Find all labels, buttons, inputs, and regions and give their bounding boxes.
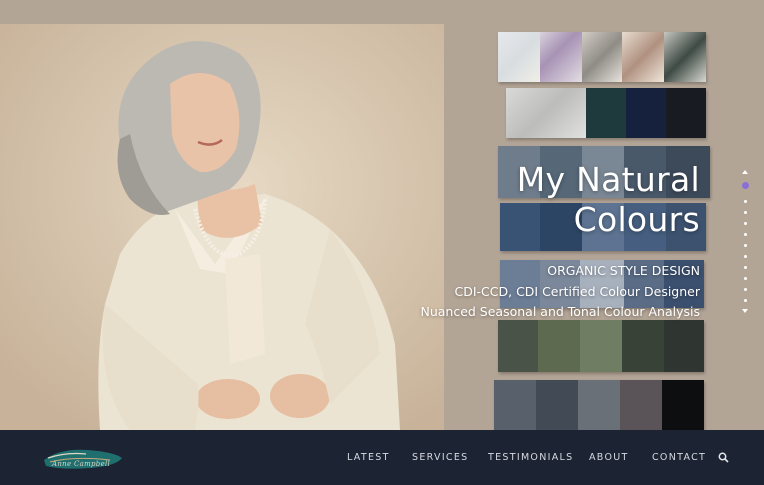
slide-dot[interactable] [744,200,747,203]
slide-dot[interactable] [744,266,747,269]
slide-dot[interactable] [744,299,747,302]
slide-dot-active[interactable] [742,182,749,189]
nav-latest-link[interactable]: LATEST [347,452,390,463]
slide-dot-navigation [741,170,751,316]
slide-dot[interactable] [744,222,747,225]
hero-subtitle-3: Nuanced Seasonal and Tonal Colour Analys… [420,304,700,319]
logo-signature-text: Anne Campbell [52,460,111,468]
slide-dot[interactable] [744,244,747,247]
hero-photo [0,24,444,430]
nav-contact-link[interactable]: CONTACT [652,452,706,463]
swatch-row [494,380,704,430]
swatch-row [506,88,706,138]
swatch-row [498,32,706,82]
search-icon[interactable] [718,452,729,463]
hero-subtitle-2: CDI-CCD, CDI Certified Colour Designer [454,284,700,299]
nav-about-link[interactable]: ABOUT [589,452,629,463]
hero-section: My Natural Colours ORGANIC STYLE DESIGN … [0,0,764,430]
woman-portrait-image [0,24,444,430]
hero-title: My Natural Colours [517,160,700,240]
nav-testimonials-link[interactable]: TESTIMONIALS [488,452,573,463]
hero-subtitle-1: ORGANIC STYLE DESIGN [547,263,700,278]
hero-title-line1: My Natural [516,160,700,199]
scroll-up-arrow-icon[interactable] [742,170,748,174]
swatch-row [498,320,704,372]
hero-title-line2: Colours [573,200,700,239]
slide-dot[interactable] [744,211,747,214]
site-navbar: LATEST SERVICES TESTIMONIALS ABOUT CONTA… [0,430,764,485]
slide-dot[interactable] [744,277,747,280]
slide-dot[interactable] [744,255,747,258]
slide-dot[interactable] [744,233,747,236]
slide-dot[interactable] [744,288,747,291]
scroll-down-arrow-icon[interactable] [742,309,748,313]
nav-services-link[interactable]: SERVICES [412,452,468,463]
